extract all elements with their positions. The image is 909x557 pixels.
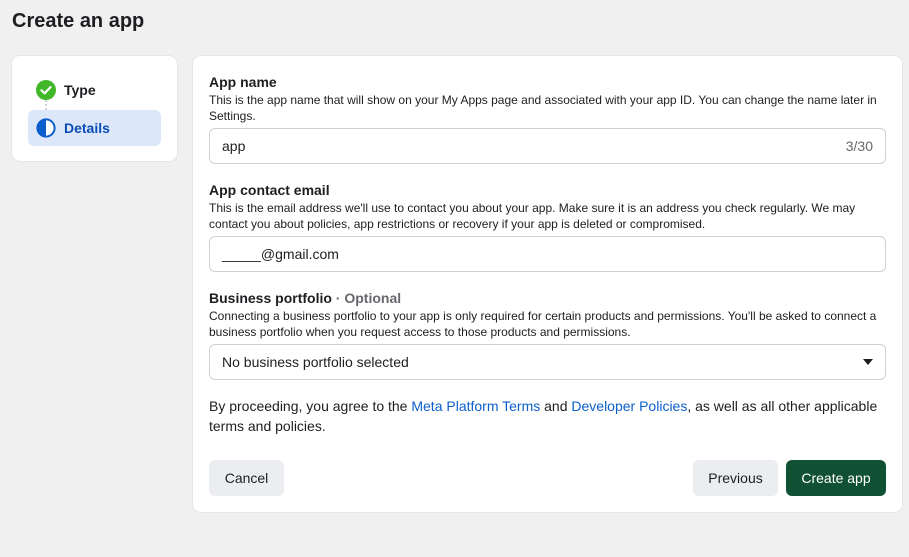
business-portfolio-select[interactable]: No business portfolio selected	[209, 344, 886, 380]
business-portfolio-title: Business portfolio · Optional	[209, 290, 401, 306]
stepper: Type Details	[12, 56, 177, 161]
step-details[interactable]: Details	[28, 110, 161, 146]
app-name-input[interactable]: app 3/30	[209, 128, 886, 164]
create-app-button[interactable]: Create app	[786, 460, 886, 496]
terms-notice: By proceeding, you agree to the Meta Pla…	[209, 396, 889, 436]
contact-email-input[interactable]: _____@gmail.com	[209, 236, 886, 272]
app-name-value: app	[222, 138, 246, 154]
terms-middle: and	[540, 398, 572, 414]
page-title: Create an app	[12, 10, 145, 32]
check-circle-icon	[36, 80, 56, 100]
business-portfolio-selected: No business portfolio selected	[222, 354, 409, 370]
business-portfolio-description: Connecting a business portfolio to your …	[209, 309, 877, 339]
contact-email-description: This is the email address we'll use to c…	[209, 201, 856, 231]
contact-email-value: _____@gmail.com	[222, 246, 339, 262]
half-circle-icon	[36, 118, 56, 138]
step-type-label: Type	[64, 82, 96, 98]
optional-tag: · Optional	[331, 290, 402, 306]
terms-prefix: By proceeding, you agree to the	[209, 398, 412, 414]
app-name-description: This is the app name that will show on y…	[209, 93, 877, 123]
details-form-card: App name This is the app name that will …	[193, 56, 902, 512]
cancel-button[interactable]: Cancel	[209, 460, 284, 496]
caret-down-icon	[863, 359, 873, 365]
developer-policies-link[interactable]: Developer Policies	[571, 398, 687, 414]
app-name-title: App name	[209, 74, 277, 90]
step-details-label: Details	[64, 120, 110, 136]
business-portfolio-label: Business portfolio	[209, 290, 332, 306]
previous-button[interactable]: Previous	[693, 460, 778, 496]
meta-platform-terms-link[interactable]: Meta Platform Terms	[411, 398, 540, 414]
contact-email-title: App contact email	[209, 182, 330, 198]
app-name-char-counter: 3/30	[845, 138, 873, 154]
